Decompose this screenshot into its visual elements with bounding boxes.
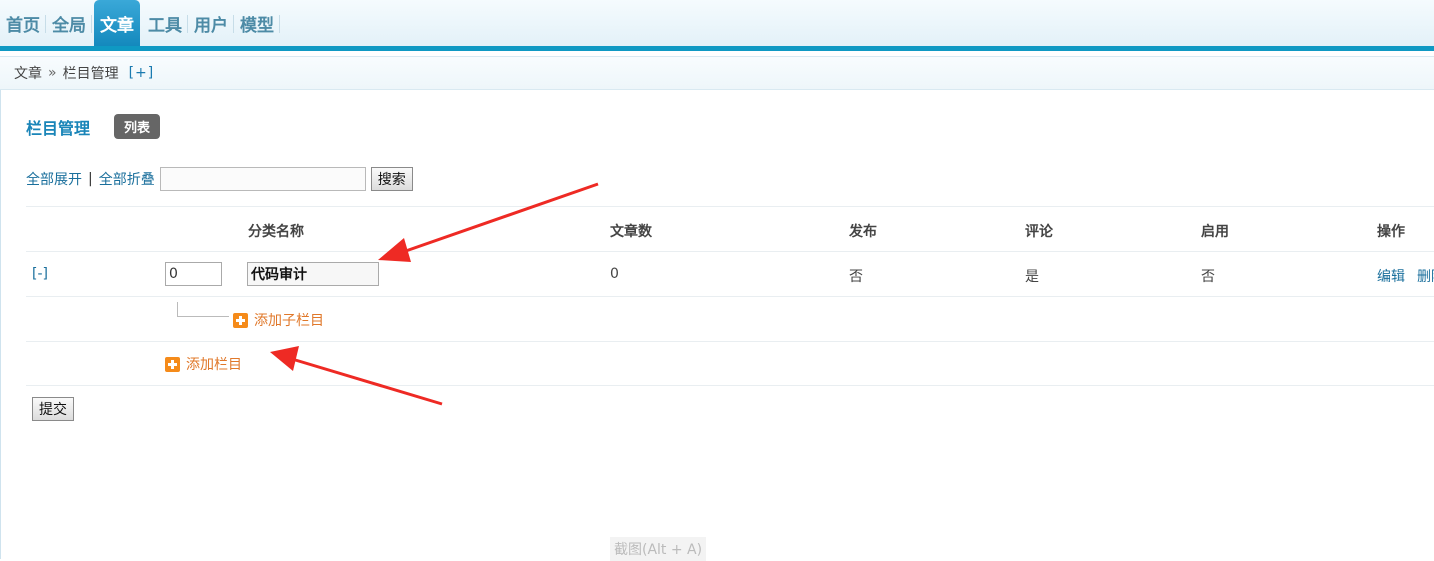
table-bottom-border (26, 385, 1434, 386)
comment-status: 是 (1025, 269, 1039, 285)
table-row-border (26, 341, 1434, 342)
submit-button[interactable]: 提交 (32, 397, 74, 421)
edit-link[interactable]: 编辑 (1377, 266, 1405, 286)
search-button[interactable]: 搜索 (370, 167, 413, 191)
sort-order-input[interactable]: 0 (165, 262, 222, 286)
top-nav-underline (0, 46, 1434, 51)
breadcrumb: 文章 » 栏目管理 [+] (0, 56, 1434, 90)
page-title: 栏目管理 (26, 118, 91, 138)
breadcrumb-section[interactable]: 文章 (14, 63, 42, 83)
collapse-all-link[interactable]: 全部折叠 (99, 169, 155, 189)
expand-all-link[interactable]: 全部展开 (26, 169, 82, 189)
add-subcategory-link[interactable]: 添加子栏目 (233, 310, 324, 330)
column-header-comment: 评论 (1025, 224, 1053, 240)
category-name-input[interactable]: 代码审计 (247, 262, 379, 286)
column-header-articles: 文章数 (610, 224, 652, 240)
collapse-toggle[interactable]: [-] (32, 266, 48, 282)
enabled-status: 否 (1201, 269, 1215, 285)
breadcrumb-page: 栏目管理 (62, 66, 119, 82)
article-count: 0 (610, 266, 619, 282)
column-header-enabled: 启用 (1201, 224, 1229, 240)
toolbar-separator: | (88, 171, 93, 187)
breadcrumb-add-button[interactable]: [+] (129, 65, 155, 81)
breadcrumb-separator: » (48, 65, 57, 81)
table-top-border (26, 206, 1434, 207)
column-header-name: 分类名称 (248, 224, 304, 240)
main-nav: 首页 全局 文章 工具 用户 模型 (0, 0, 280, 46)
tree-connector (177, 302, 229, 317)
list-tab-badge[interactable]: 列表 (114, 114, 161, 139)
nav-item-article[interactable]: 文章 (94, 0, 140, 46)
nav-item-global[interactable]: 全局 (46, 0, 92, 46)
nav-item-models[interactable]: 模型 (234, 0, 280, 46)
add-icon (233, 312, 248, 328)
page-header: 栏目管理 列表 (26, 114, 161, 139)
add-category-label: 添加栏目 (186, 357, 242, 373)
content-left-border (0, 90, 1, 559)
annotation-arrow-to-add (270, 346, 443, 406)
tree-toolbar: 全部展开 | 全部折叠 搜索 (26, 167, 413, 191)
add-subcategory-label: 添加子栏目 (254, 313, 324, 329)
publish-status: 否 (849, 269, 863, 285)
screenshot-tooltip: 截图(Alt + A) (610, 537, 707, 561)
nav-item-home[interactable]: 首页 (0, 0, 46, 46)
table-header-border (26, 251, 1434, 252)
add-icon (165, 356, 180, 372)
search-input[interactable] (159, 167, 366, 191)
nav-item-users[interactable]: 用户 (188, 0, 234, 46)
delete-link[interactable]: 删除 (1417, 266, 1434, 286)
column-header-actions: 操作 (1377, 224, 1405, 240)
add-category-link[interactable]: 添加栏目 (165, 354, 242, 374)
column-header-publish: 发布 (849, 224, 877, 240)
table-row-border (26, 296, 1434, 297)
nav-item-tools[interactable]: 工具 (142, 0, 188, 46)
